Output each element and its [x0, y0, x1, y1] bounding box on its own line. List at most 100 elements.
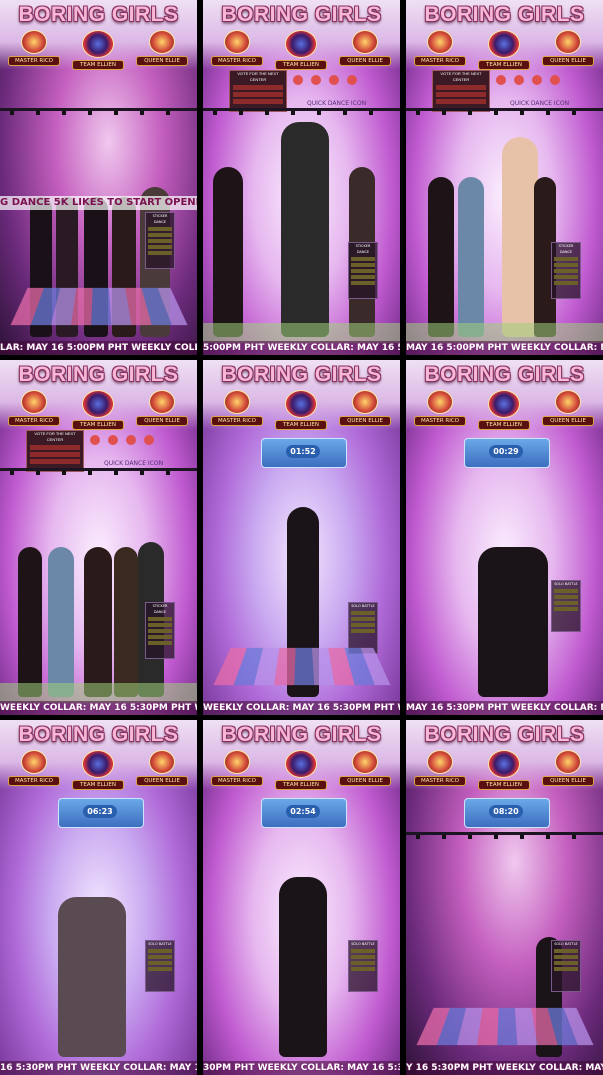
stream-header: BORING GIRLS MASTER RICO TEAM ELLIEN QUE… [406, 0, 603, 70]
gift-icon [514, 75, 524, 85]
wing-emblem-icon [224, 30, 250, 54]
crest-emblem-icon [285, 30, 317, 58]
badge-label: TEAM ELLIEN [275, 420, 327, 430]
badge-row: MASTER RICO TEAM ELLIEN QUEEN ELLIE [203, 750, 400, 790]
ceiling-lights [406, 832, 603, 839]
gift-icon [144, 435, 154, 445]
badge-label: MASTER RICO [414, 416, 466, 426]
quick-dance-label: QUICK DANCE ICON [307, 100, 367, 107]
video-frame-1: BORING GIRLS MASTER RICO TEAM ELLIEN QUE… [0, 0, 197, 355]
stage-floor [203, 323, 400, 343]
gift-icon [496, 75, 506, 85]
stream-header: BORING GIRLS MASTER RICO TEAM ELLIEN QUE… [203, 0, 400, 70]
bottom-ticker: WEEKLY COLLAR: MAY 16 5:30PM PHT WEEKLY … [0, 701, 197, 715]
crest-emblem-icon [285, 750, 317, 778]
gift-icon [293, 75, 303, 85]
wing-emblem-icon [21, 30, 47, 54]
gift-icons [90, 435, 190, 449]
crest-emblem-icon [82, 390, 114, 418]
vote-panel: VOTE FOR THE NEXT CENTER [229, 70, 287, 112]
badge-label: TEAM ELLIEN [72, 60, 124, 70]
sticker-dance-panel: STICKER DANCE [348, 242, 378, 299]
video-frame-grid: BORING GIRLS MASTER RICO TEAM ELLIEN QUE… [0, 0, 603, 1075]
badge-team-ellien: TEAM ELLIEN [275, 30, 327, 70]
vote-panel: VOTE FOR THE NEXT CENTER [26, 430, 84, 472]
video-frame-4: BORING GIRLS MASTER RICO TEAM ELLIEN QUE… [0, 360, 197, 715]
solo-battle-panel: SOLO BATTLE [551, 940, 581, 992]
stream-header: BORING GIRLS MASTER RICO TEAM ELLIEN QUE… [203, 360, 400, 430]
stage-floor [10, 287, 187, 326]
gift-icon [550, 75, 560, 85]
badge-queen-ellie: QUEEN ELLIE [339, 390, 391, 426]
badge-label: QUEEN ELLIE [339, 56, 391, 66]
wing-emblem-icon [224, 750, 250, 774]
solo-timer: 08:20 [464, 798, 550, 828]
stream-title: BORING GIRLS [18, 723, 179, 746]
badge-row: MASTER RICO TEAM ELLIEN QUEEN ELLIE [406, 750, 603, 790]
crest-emblem-icon [82, 750, 114, 778]
crest-emblem-icon [488, 390, 520, 418]
gift-icon [311, 75, 321, 85]
badge-team-ellien: TEAM ELLIEN [72, 390, 124, 430]
ceiling-lights [406, 108, 603, 115]
timer-value: 06:23 [83, 805, 117, 818]
ceiling-lights [203, 108, 400, 115]
bottom-ticker: 30PM PHT WEEKLY COLLAR: MAY 16 5:30PM PH… [203, 1061, 400, 1075]
badge-label: QUEEN ELLIE [136, 416, 188, 426]
badge-row: MASTER RICO TEAM ELLIEN QUEEN ELLIE [0, 750, 197, 790]
video-frame-3: BORING GIRLS MASTER RICO TEAM ELLIEN QUE… [406, 0, 603, 355]
badge-label: TEAM ELLIEN [275, 60, 327, 70]
badge-label: MASTER RICO [414, 56, 466, 66]
badge-master-rico: MASTER RICO [8, 750, 60, 786]
crest-emblem-icon [488, 30, 520, 58]
wing-emblem-icon [149, 30, 175, 54]
wing-emblem-icon [149, 390, 175, 414]
quick-dance-label: QUICK DANCE ICON [510, 100, 570, 107]
dancer [478, 547, 548, 697]
badge-label: TEAM ELLIEN [478, 420, 530, 430]
dancer [428, 177, 454, 337]
badge-master-rico: MASTER RICO [211, 750, 263, 786]
ceiling-lights [0, 468, 197, 475]
sticker-dance-panel: STICKER DANCE [551, 242, 581, 299]
stage-floor [416, 1007, 593, 1046]
badge-team-ellien: TEAM ELLIEN [72, 750, 124, 790]
bottom-ticker: MAY 16 5:00PM PHT WEEKLY COLLAR: MAY 16 … [406, 341, 603, 355]
quick-dance-label: QUICK DANCE ICON [104, 460, 164, 467]
wing-emblem-icon [555, 750, 581, 774]
dancer [458, 177, 484, 337]
badge-label: MASTER RICO [211, 776, 263, 786]
stream-title: BORING GIRLS [221, 3, 382, 26]
wing-emblem-icon [21, 390, 47, 414]
video-frame-7: BORING GIRLS MASTER RICO TEAM ELLIEN QUE… [0, 720, 197, 1075]
stream-title: BORING GIRLS [221, 723, 382, 746]
badge-label: MASTER RICO [8, 776, 60, 786]
bottom-ticker: 16 5:30PM PHT WEEKLY COLLAR: MAY 16 5: [0, 1061, 197, 1075]
badge-row: MASTER RICO TEAM ELLIEN QUEEN ELLIE [406, 390, 603, 430]
sticker-dance-panel: STICKER DANCE [145, 602, 175, 659]
badge-queen-ellie: QUEEN ELLIE [339, 750, 391, 786]
timer-value: 08:20 [489, 805, 523, 818]
solo-timer: 00:29 [464, 438, 550, 468]
gift-icons [293, 75, 393, 89]
video-frame-2: BORING GIRLS MASTER RICO TEAM ELLIEN QUE… [203, 0, 400, 355]
badge-label: MASTER RICO [211, 416, 263, 426]
badge-team-ellien: TEAM ELLIEN [478, 390, 530, 430]
badge-team-ellien: TEAM ELLIEN [478, 750, 530, 790]
badge-label: QUEEN ELLIE [542, 416, 594, 426]
stream-header: BORING GIRLS MASTER RICO TEAM ELLIEN QUE… [0, 0, 197, 70]
badge-team-ellien: TEAM ELLIEN [72, 30, 124, 70]
dancer [114, 547, 138, 697]
gift-icons [496, 75, 596, 89]
wing-emblem-icon [427, 30, 453, 54]
video-frame-5: BORING GIRLS MASTER RICO TEAM ELLIEN QUE… [203, 360, 400, 715]
dancer [48, 547, 74, 697]
stream-header: BORING GIRLS MASTER RICO TEAM ELLIEN QUE… [406, 720, 603, 790]
stream-header: BORING GIRLS MASTER RICO TEAM ELLIEN QUE… [406, 360, 603, 430]
badge-label: TEAM ELLIEN [478, 60, 530, 70]
bottom-ticker: WEEKLY COLLAR: MAY 16 5:30PM PHT WEEKLY [203, 701, 400, 715]
badge-label: QUEEN ELLIE [542, 776, 594, 786]
timer-value: 00:29 [489, 445, 523, 458]
gift-icon [108, 435, 118, 445]
badge-master-rico: MASTER RICO [211, 30, 263, 66]
